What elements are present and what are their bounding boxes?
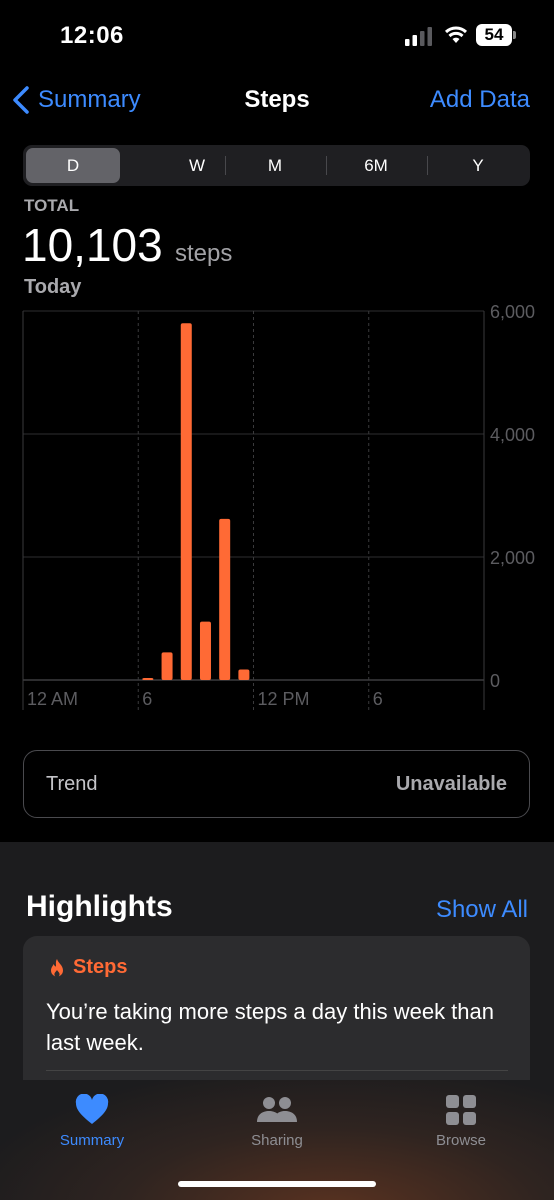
chart-grid <box>22 310 485 710</box>
tab-browse[interactable]: Browse <box>401 1094 521 1149</box>
tab-summary[interactable]: Summary <box>32 1094 152 1149</box>
highlight-category: Steps <box>49 956 127 979</box>
segment-year[interactable]: Y <box>431 148 525 183</box>
add-data-button[interactable]: Add Data <box>430 86 530 114</box>
show-all-button[interactable]: Show All <box>436 896 528 924</box>
y-tick-label: 0 <box>490 671 500 691</box>
total-value: 10,103 <box>22 219 163 271</box>
tab-summary-label: Summary <box>59 1132 125 1149</box>
total-period: Today <box>24 276 82 298</box>
highlights-title: Highlights <box>26 890 173 923</box>
segment-6-months[interactable]: 6M <box>329 148 423 183</box>
home-indicator <box>178 1181 376 1187</box>
cellular-signal-icon <box>405 27 432 46</box>
total-label: TOTAL <box>24 196 80 215</box>
bar[interactable] <box>180 323 192 680</box>
total-unit: steps <box>175 240 233 267</box>
people-icon <box>257 1097 297 1122</box>
x-tick-label: 12 PM <box>258 689 310 709</box>
chart-bars <box>142 323 250 680</box>
x-tick-label: 12 AM <box>27 689 78 709</box>
flame-icon <box>51 958 63 977</box>
segment-month[interactable]: M <box>228 148 322 183</box>
grid-icon <box>446 1095 476 1125</box>
highlight-divider <box>46 1070 508 1071</box>
y-tick-label: 4,000 <box>490 425 535 445</box>
time-range-selector: D W M 6M Y <box>23 145 530 186</box>
highlight-text: You’re taking more steps a day this week… <box>46 999 495 1055</box>
segment-day[interactable]: D <box>26 148 120 183</box>
navigation-bar: Summary Steps Add Data <box>0 76 554 130</box>
bar[interactable] <box>238 669 250 680</box>
trend-value: Unavailable <box>395 773 507 795</box>
bar[interactable] <box>219 518 231 680</box>
battery-level: 54 <box>484 25 504 44</box>
heart-icon <box>75 1094 109 1124</box>
chart-labels: 6,000 4,000 2,000 0 12 AM 6 12 PM 6 <box>27 302 535 709</box>
highlight-category-label: Steps <box>73 956 128 978</box>
bar[interactable] <box>161 652 173 680</box>
tab-browse-label: Browse <box>435 1132 487 1149</box>
y-tick-label: 6,000 <box>490 302 535 322</box>
steps-chart[interactable]: 6,000 4,000 2,000 0 12 AM 6 12 PM 6 <box>0 300 554 720</box>
trend-card[interactable]: Trend Unavailable <box>23 750 530 818</box>
battery-icon: 54 <box>476 24 518 46</box>
tab-sharing[interactable]: Sharing <box>217 1094 337 1149</box>
status-bar: 12:06 54 <box>0 0 554 76</box>
x-tick-label: 6 <box>373 689 383 709</box>
bar[interactable] <box>199 621 211 680</box>
wifi-icon <box>444 26 468 43</box>
y-tick-label: 2,000 <box>490 548 535 568</box>
bar[interactable] <box>142 678 154 680</box>
x-tick-label: 6 <box>142 689 152 709</box>
trend-label: Trend <box>46 773 98 795</box>
status-time: 12:06 <box>60 22 124 49</box>
tab-sharing-label: Sharing <box>251 1132 303 1149</box>
